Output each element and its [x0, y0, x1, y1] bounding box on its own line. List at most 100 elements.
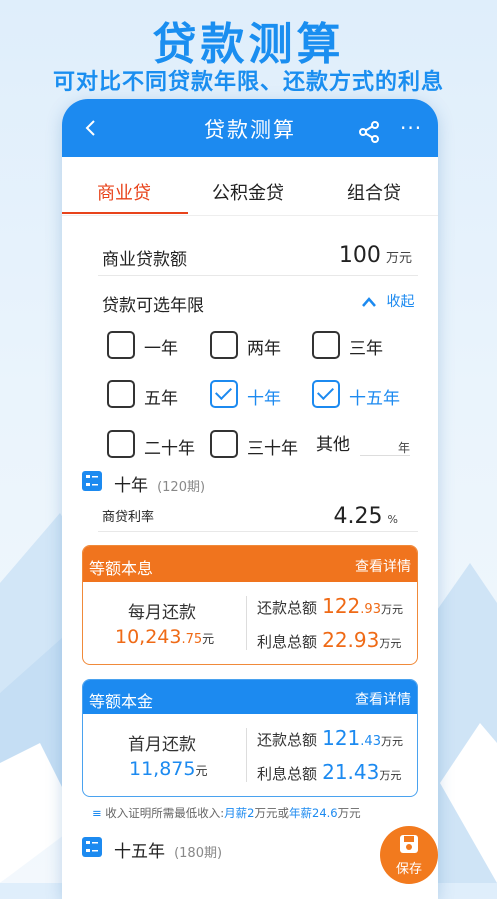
option-15-years: 十五年	[349, 389, 400, 409]
card-body: 每月还款 10,243.75元 还款总额 122.93万元 利息总额 22.93…	[83, 582, 417, 664]
monthly-unit: 元	[202, 632, 215, 646]
rate-field[interactable]: 4.25 %	[333, 504, 398, 529]
section-title: 十五年	[114, 842, 165, 862]
option-10-years: 十年	[247, 389, 281, 409]
monthly-salary-label: 月薪	[224, 806, 248, 820]
interest-unit: 万元	[379, 769, 402, 782]
option-1-year: 一年	[144, 339, 178, 359]
checkbox-30-years[interactable]	[210, 430, 238, 458]
loan-amount-field[interactable]: 100 万元	[339, 243, 412, 268]
monthly-salary-value: 2	[247, 806, 255, 820]
first-month-value: 11,875元	[129, 758, 208, 780]
first-month-amount: 11,875	[129, 758, 196, 780]
other-term-unit: 年	[397, 441, 410, 455]
checkbox-10-years[interactable]	[210, 380, 238, 408]
tab-combined[interactable]: 组合贷	[347, 179, 401, 205]
interest-label: 利息总额	[257, 765, 318, 783]
other-term-label: 其他	[316, 435, 350, 455]
total-interest: 利息总额 21.43万元	[257, 760, 401, 784]
interest-value: 21.43	[322, 760, 380, 784]
loan-amount-label: 商业贷款额	[102, 250, 187, 270]
save-label: 保存	[395, 862, 422, 877]
navigation-bar: 贷款测算 ···	[62, 99, 438, 157]
collapse-label: 收起	[386, 294, 415, 310]
card-header: 等额本息 查看详情	[83, 546, 417, 582]
collapse-toggle[interactable]: 收起	[362, 291, 414, 311]
yearly-salary-label: 年薪	[289, 806, 312, 820]
checkbox-2-years[interactable]	[210, 331, 238, 359]
monthly-payment-value: 10,243.75元	[115, 626, 214, 648]
option-5-years: 五年	[144, 389, 178, 409]
option-20-years: 二十年	[144, 439, 195, 459]
section-15-years-header: 十五年 (180期)	[114, 837, 222, 862]
option-3-years: 三年	[349, 339, 383, 359]
total-repayment: 还款总额 121.43万元	[257, 726, 403, 750]
total-unit: 万元	[380, 735, 403, 748]
monthly-salary-unit: 万元或	[254, 806, 290, 820]
section-periods: (120期)	[157, 480, 206, 495]
section-10-years-header: 十年 (120期)	[114, 471, 205, 496]
total-int: 121	[322, 726, 361, 750]
monthly-int: 10,243	[115, 626, 182, 648]
tab-provident-fund[interactable]: 公积金贷	[212, 179, 284, 205]
checkbox-15-years[interactable]	[312, 380, 340, 408]
monthly-dec: .75	[181, 632, 203, 647]
calculator-icon	[82, 471, 102, 491]
more-icon[interactable]: ···	[400, 116, 422, 140]
calculator-icon	[82, 837, 102, 857]
total-repayment: 还款总额 122.93万元	[257, 594, 403, 618]
phone-screen: 贷款测算 ··· 商业贷 公积金贷 组合贷 商业贷款额 100 万元 贷款可选年…	[62, 99, 438, 899]
monthly-payment-label: 每月还款	[128, 603, 196, 623]
list-icon: ≡	[92, 806, 102, 820]
equal-principal-card: 等额本金 查看详情 首月还款 11,875元 还款总额 121.43万元 利息总…	[82, 679, 418, 797]
divider	[98, 275, 418, 276]
yearly-salary-unit: 万元	[337, 806, 361, 820]
total-interest: 利息总额 22.93万元	[257, 628, 401, 652]
card-body: 首月还款 11,875元 还款总额 121.43万元 利息总额 21.43万元	[83, 714, 417, 796]
interest-unit: 万元	[379, 637, 402, 650]
section-periods: (180期)	[174, 846, 223, 861]
option-30-years: 三十年	[247, 439, 298, 459]
promo-subtitle: 可对比不同贷款年限、还款方式的利息	[52, 70, 444, 95]
rate-label: 商贷利率	[102, 510, 155, 525]
tab-commercial[interactable]: 商业贷	[97, 179, 151, 205]
loan-amount-unit: 万元	[385, 251, 412, 266]
loan-amount-value: 100	[338, 243, 381, 268]
total-unit: 万元	[380, 603, 403, 616]
checkbox-3-years[interactable]	[312, 331, 340, 359]
view-details-link[interactable]: 查看详情	[355, 689, 411, 709]
first-month-label: 首月还款	[128, 735, 196, 755]
first-month-unit: 元	[195, 764, 208, 778]
save-icon	[400, 835, 418, 853]
card-title: 等额本息	[89, 559, 154, 578]
chevron-up-icon	[362, 297, 376, 307]
divider	[246, 596, 247, 650]
total-dec: .93	[360, 602, 381, 617]
save-button[interactable]: 保存	[380, 826, 438, 884]
rate-value: 4.25	[333, 504, 383, 529]
view-details-link[interactable]: 查看详情	[355, 556, 411, 576]
income-note-prefix: 收入证明所需最低收入:	[105, 806, 225, 820]
interest-label: 利息总额	[257, 633, 318, 651]
loan-type-tabs: 商业贷 公积金贷 组合贷	[62, 157, 438, 216]
checkbox-20-years[interactable]	[107, 430, 135, 458]
card-title: 等额本金	[89, 692, 154, 711]
interest-value: 22.93	[322, 628, 380, 652]
page-title: 贷款测算	[204, 118, 296, 142]
share-icon[interactable]	[358, 121, 380, 143]
income-note: ≡ 收入证明所需最低收入:月薪2万元或年薪24.6万元	[92, 805, 361, 821]
card-header: 等额本金 查看详情	[83, 680, 417, 714]
active-tab-indicator	[62, 212, 188, 214]
checkbox-5-years[interactable]	[107, 380, 135, 408]
other-term-input[interactable]: 年	[360, 431, 410, 456]
term-label: 贷款可选年限	[102, 296, 204, 316]
promo-title: 贷款测算	[152, 19, 345, 70]
rate-unit: %	[387, 513, 398, 526]
checkbox-1-year[interactable]	[107, 331, 135, 359]
yearly-salary-value: 24.6	[312, 806, 338, 820]
total-dec: .43	[360, 734, 381, 749]
total-label: 还款总额	[257, 731, 318, 749]
option-2-years: 两年	[247, 339, 281, 359]
equal-installment-card: 等额本息 查看详情 每月还款 10,243.75元 还款总额 122.93万元 …	[82, 545, 418, 665]
total-int: 122	[322, 594, 361, 618]
